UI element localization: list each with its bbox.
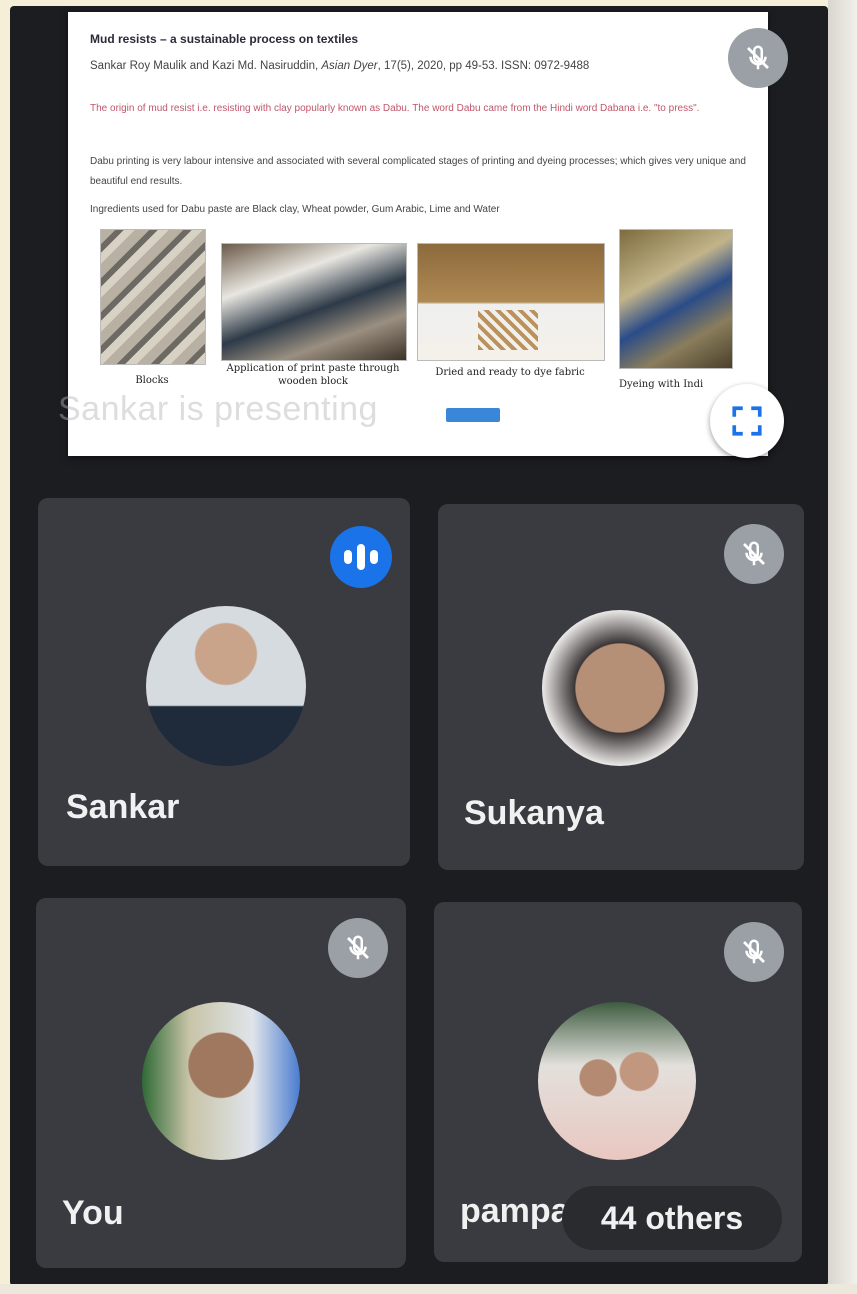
- mic-off-icon: [724, 524, 784, 584]
- slide-citation: Sankar Roy Maulik and Kazi Md. Nasiruddi…: [90, 60, 590, 72]
- mic-off-icon: [728, 28, 788, 88]
- caption-print-application: Application of print paste through woode…: [226, 363, 400, 387]
- fullscreen-button[interactable]: [710, 384, 784, 458]
- mic-off-icon: [724, 922, 784, 982]
- slide-body-text: Dabu printing is very labour intensive a…: [90, 156, 746, 187]
- caption-indigo-dyeing: Dyeing with Indi: [619, 379, 704, 390]
- photo-print-application: [221, 243, 407, 361]
- caption-dried-fabric: Dried and ready to dye fabric: [435, 367, 585, 378]
- participant-tile-you[interactable]: You: [36, 898, 406, 1268]
- participant-name: pampa: [460, 1192, 570, 1230]
- avatar: [146, 606, 306, 766]
- participant-tile-sankar[interactable]: Sankar: [38, 498, 410, 866]
- others-count-chip[interactable]: 44 others: [562, 1186, 782, 1250]
- participant-tile-sukanya[interactable]: Sukanya: [438, 504, 804, 870]
- participant-name: You: [62, 1194, 124, 1232]
- participant-name: Sankar: [66, 788, 180, 826]
- photo-indigo-dyeing: [619, 229, 733, 369]
- caption-blocks: Blocks: [135, 375, 169, 386]
- slide-origin-text: The origin of mud resist i.e. resisting …: [90, 103, 700, 114]
- photo-dried-fabric: [417, 243, 605, 361]
- mic-off-icon: [328, 918, 388, 978]
- fullscreen-icon: [732, 406, 762, 436]
- meeting-screen: Mud resists – a sustainable process on t…: [10, 6, 828, 1286]
- audio-level-icon: [330, 526, 392, 588]
- participant-name: Sukanya: [464, 794, 604, 832]
- paper-edge: [828, 0, 857, 1294]
- avatar: [142, 1002, 300, 1160]
- presenting-label: Sankar is presenting: [58, 390, 378, 428]
- avatar: [542, 610, 698, 766]
- slide-small-button: [446, 408, 500, 422]
- slide-title: Mud resists – a sustainable process on t…: [90, 32, 359, 46]
- photo-blocks: [100, 229, 206, 365]
- avatar: [538, 1002, 696, 1160]
- slide-ingredients-text: Ingredients used for Dabu paste are Blac…: [90, 204, 500, 215]
- paper-bottom-edge: [0, 1284, 857, 1294]
